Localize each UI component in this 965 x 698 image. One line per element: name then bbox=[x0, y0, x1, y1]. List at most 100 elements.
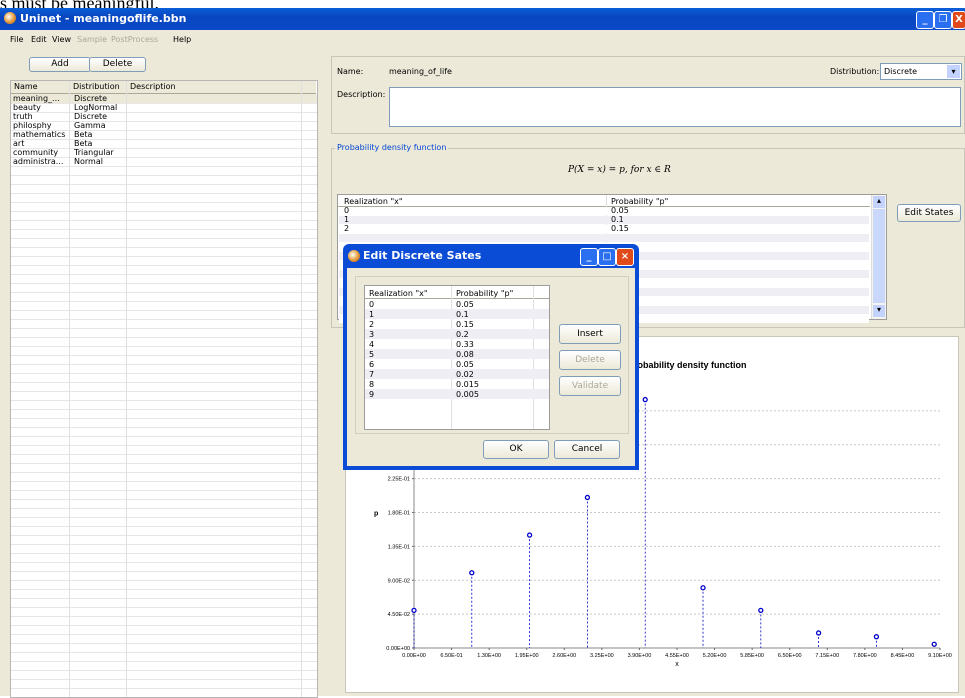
menu-edit[interactable]: Edit bbox=[31, 35, 47, 44]
state-x: 0 bbox=[344, 206, 350, 215]
x-tick-label: 7.15E+00 bbox=[815, 653, 839, 659]
description-field[interactable] bbox=[389, 87, 961, 127]
x-tick-label: 3.90E+00 bbox=[628, 653, 652, 659]
pdf-group-label: Probability density function bbox=[335, 143, 449, 152]
name-value[interactable]: meaning_of_life bbox=[389, 67, 452, 76]
node-name: meaning_... bbox=[13, 94, 60, 103]
window-title-bar: Uninet - meaningoflife.bbn _ ❐ X bbox=[0, 8, 965, 30]
distribution-label: Distribution: bbox=[830, 67, 880, 76]
x-tick-label: 4.55E+00 bbox=[665, 653, 689, 659]
chevron-down-icon[interactable]: ▾ bbox=[947, 65, 960, 78]
states-scrollbar[interactable]: ▴ ▾ bbox=[871, 195, 886, 319]
table-row[interactable]: 0 0.05 bbox=[365, 299, 549, 309]
x-tick-label: 5.85E+00 bbox=[740, 653, 764, 659]
distribution-select-value: Discrete bbox=[884, 67, 918, 76]
dialog-minimize-button[interactable]: _ bbox=[580, 248, 598, 266]
menu-file[interactable]: File bbox=[10, 35, 23, 44]
state-x: 2 bbox=[344, 224, 350, 233]
minimize-button[interactable]: _ bbox=[916, 11, 934, 29]
menu-view[interactable]: View bbox=[52, 35, 71, 44]
node-name: community bbox=[13, 148, 59, 157]
cancel-button[interactable]: Cancel bbox=[554, 440, 620, 459]
table-row[interactable]: 1 0.1 bbox=[339, 216, 869, 224]
dialog-close-button[interactable]: × bbox=[616, 248, 634, 266]
data-point bbox=[584, 494, 591, 501]
scroll-down-icon[interactable]: ▾ bbox=[873, 305, 885, 317]
column-divider bbox=[69, 81, 70, 697]
dialog-maximize-button[interactable]: □ bbox=[598, 248, 616, 266]
dialog-states-table: Realization "x" Probability "p" 0 0.05 1 0.… bbox=[364, 285, 550, 430]
states-header: Realization "x" Probability "p" bbox=[338, 195, 870, 207]
scroll-up-icon[interactable]: ▴ bbox=[873, 196, 885, 208]
column-header-probability[interactable]: Probability "p" bbox=[611, 197, 668, 206]
data-point bbox=[758, 607, 764, 614]
state-x: 1 bbox=[344, 215, 350, 224]
menu-help[interactable]: Help bbox=[173, 35, 191, 44]
node-distribution: Gamma bbox=[74, 121, 106, 130]
x-tick-label: 8.45E+00 bbox=[891, 653, 915, 659]
data-point bbox=[642, 396, 648, 403]
table-row[interactable]: 1 0.1 bbox=[365, 309, 549, 319]
menu-sample[interactable]: Sample bbox=[77, 35, 107, 44]
node-list: Name Distribution Description meaning_..… bbox=[10, 80, 318, 698]
node-distribution: Beta bbox=[74, 130, 93, 139]
x-tick-label: 1.30E+00 bbox=[477, 653, 501, 659]
close-button[interactable]: X bbox=[952, 11, 965, 29]
node-name: art bbox=[13, 139, 25, 148]
name-label: Name: bbox=[337, 67, 364, 76]
delete-node-button[interactable]: Delete bbox=[89, 57, 146, 72]
table-row[interactable]: 0 0.05 bbox=[339, 207, 869, 215]
data-point bbox=[815, 630, 822, 636]
table-row[interactable]: 3 0.2 bbox=[365, 329, 549, 339]
data-point bbox=[411, 607, 417, 614]
distribution-select[interactable]: Discrete ▾ bbox=[880, 63, 962, 80]
scrollbar-thumb[interactable] bbox=[873, 209, 885, 303]
app-icon bbox=[4, 12, 16, 24]
menu-bar: File Edit View Sample PostProcess Help bbox=[0, 30, 965, 48]
x-tick-label: 5.20E+00 bbox=[703, 653, 727, 659]
ok-button[interactable]: OK bbox=[483, 440, 549, 459]
column-header-realization[interactable]: Realization "x" bbox=[344, 197, 403, 206]
table-row[interactable]: 4 0.33 bbox=[365, 339, 549, 349]
add-node-button[interactable]: Add bbox=[29, 57, 91, 72]
table-row[interactable]: 9 0.005 bbox=[365, 389, 549, 399]
node-distribution: Beta bbox=[74, 139, 93, 148]
column-header-distribution[interactable]: Distribution bbox=[70, 81, 127, 94]
table-row[interactable]: 6 0.05 bbox=[365, 359, 549, 369]
data-point bbox=[931, 641, 937, 647]
node-name: mathematics bbox=[13, 130, 66, 139]
pdf-formula: P(X = x) = p, for x ∈ R bbox=[568, 165, 671, 175]
state-p: 0.15 bbox=[611, 224, 629, 233]
y-tick-label: 9.00E-02 bbox=[388, 578, 410, 584]
column-divider bbox=[126, 81, 127, 697]
data-point bbox=[873, 634, 880, 640]
column-header-description[interactable]: Description bbox=[127, 81, 316, 94]
edit-states-button[interactable]: Edit States bbox=[897, 204, 961, 222]
edit-states-dialog: Edit Discrete Sates _ □ × Realization "x… bbox=[343, 244, 639, 470]
menu-postprocess[interactable]: PostProcess bbox=[111, 35, 158, 44]
table-row[interactable]: 8 0.015 bbox=[365, 379, 549, 389]
x-tick-label: 7.80E+00 bbox=[853, 653, 877, 659]
column-header-probability[interactable]: Probability "p" bbox=[456, 289, 513, 298]
table-row[interactable] bbox=[339, 234, 869, 242]
column-header-name[interactable]: Name bbox=[11, 81, 70, 94]
insert-button[interactable]: Insert bbox=[559, 324, 621, 344]
column-header-realization[interactable]: Realization "x" bbox=[369, 289, 428, 298]
validate-button[interactable]: Validate bbox=[559, 376, 621, 396]
data-point bbox=[700, 585, 706, 591]
list-item[interactable] bbox=[11, 679, 317, 689]
window-title: Uninet - meaningoflife.bbn bbox=[20, 12, 187, 25]
table-row[interactable]: 2 0.15 bbox=[365, 319, 549, 329]
maximize-button[interactable]: ❐ bbox=[934, 11, 952, 29]
node-name: philosphy bbox=[13, 121, 52, 130]
y-tick-label: 0.00E+00 bbox=[386, 646, 410, 652]
table-row[interactable]: 7 0.02 bbox=[365, 369, 549, 379]
state-p: 0.005 bbox=[456, 390, 479, 399]
x-tick-label: 9.10E+00 bbox=[928, 653, 952, 659]
table-row[interactable]: 5 0.08 bbox=[365, 349, 549, 359]
delete-button[interactable]: Delete bbox=[559, 350, 621, 370]
node-distribution: Discrete bbox=[74, 112, 108, 121]
y-tick-label: 1.35E-01 bbox=[388, 544, 410, 550]
table-row[interactable]: 2 0.15 bbox=[339, 225, 869, 233]
state-p: 0.1 bbox=[611, 215, 624, 224]
